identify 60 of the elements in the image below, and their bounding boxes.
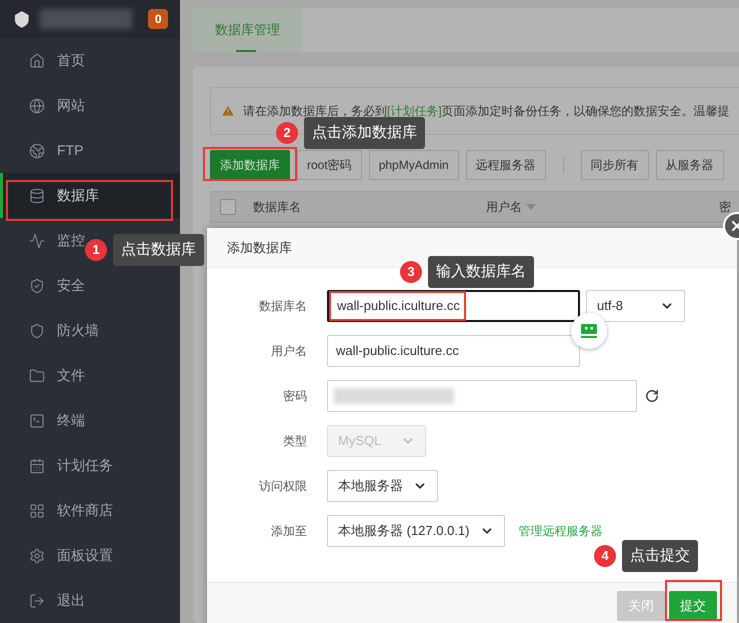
column-header[interactable]: 密 [719, 198, 731, 216]
refresh-icon[interactable] [645, 389, 659, 403]
sort-caret-icon [526, 204, 536, 210]
sidebar-item[interactable]: 安全 [0, 263, 180, 308]
sidebar-item[interactable]: 计划任务 [0, 443, 180, 488]
toolbar-button[interactable]: root密码 [297, 150, 362, 180]
chart-icon [29, 232, 45, 248]
field-label: 数据库名 [258, 298, 307, 315]
sidebar-item[interactable]: 文件 [0, 353, 180, 398]
manage-link[interactable]: 管理远程服务器 [518, 522, 602, 540]
globe-icon [29, 98, 45, 114]
callout-tooltip: 点击添加数据库 [304, 117, 425, 149]
text-field[interactable]: wall-public.iculture.cc [327, 290, 580, 322]
toolbar-button[interactable]: 远程服务器 [466, 150, 546, 180]
robot-icon [580, 323, 598, 339]
sidebar-item[interactable]: 防火墙 [0, 308, 180, 353]
folder-icon [29, 368, 45, 384]
logout-icon [29, 592, 45, 608]
settings-icon [29, 548, 45, 564]
dialog-title: 添加数据库 [227, 238, 292, 257]
sidebar-item[interactable]: FTP [0, 128, 180, 173]
password-field[interactable] [327, 380, 637, 412]
dialog-button[interactable]: 提交 [669, 590, 717, 620]
sidebar-item[interactable]: 退出 [0, 578, 180, 623]
sidebar-item[interactable]: 终端 [0, 398, 180, 443]
grid-icon [29, 502, 45, 518]
field-label: 添加至 [270, 523, 307, 540]
sidebar-item[interactable]: 首页 [0, 38, 180, 83]
select-field[interactable]: 本地服务器 [327, 470, 438, 502]
sidebar-item[interactable]: 网站 [0, 83, 180, 128]
warning-icon [221, 104, 235, 118]
sidebar-item[interactable]: 软件商店 [0, 488, 180, 533]
sidebar-item[interactable]: 面板设置 [0, 533, 180, 578]
field-label: 用户名 [270, 343, 307, 360]
toolbar-button[interactable]: 从服务器 [656, 150, 724, 180]
callout-tooltip: 输入数据库名 [428, 256, 534, 288]
field-label: 类型 [282, 433, 307, 450]
shield-icon [29, 322, 45, 338]
home-icon [29, 52, 45, 68]
callout-tooltip: 点击提交 [622, 540, 698, 572]
field-label: 访问权限 [258, 478, 307, 495]
toolbar-button[interactable]: 同步所有 [580, 150, 649, 180]
shield-icon [29, 278, 45, 294]
select-field[interactable]: utf-8 [586, 290, 685, 322]
highlight-frame [665, 580, 722, 621]
sidebar-item[interactable]: 数据库 [0, 173, 180, 218]
select-field[interactable]: 本地服务器 (127.0.0.1) [327, 515, 504, 547]
checkbox[interactable] [220, 199, 236, 215]
toolbar-button[interactable]: 添加数据库 [210, 150, 290, 180]
terminal-icon [29, 412, 45, 428]
text-field[interactable]: wall-public.iculture.cc [327, 335, 580, 367]
field-label: 密码 [282, 388, 307, 405]
column-header[interactable]: 用户名 [486, 198, 536, 216]
toolbar-button[interactable]: phpMyAdmin [368, 150, 459, 180]
database-icon [29, 188, 45, 204]
callout-tooltip: 点击数据库 [113, 234, 204, 266]
globe-icon [29, 142, 45, 158]
calendar-icon [29, 458, 45, 474]
notification-badge: 0 [148, 9, 168, 29]
column-header[interactable]: 数据库名 [253, 198, 301, 216]
